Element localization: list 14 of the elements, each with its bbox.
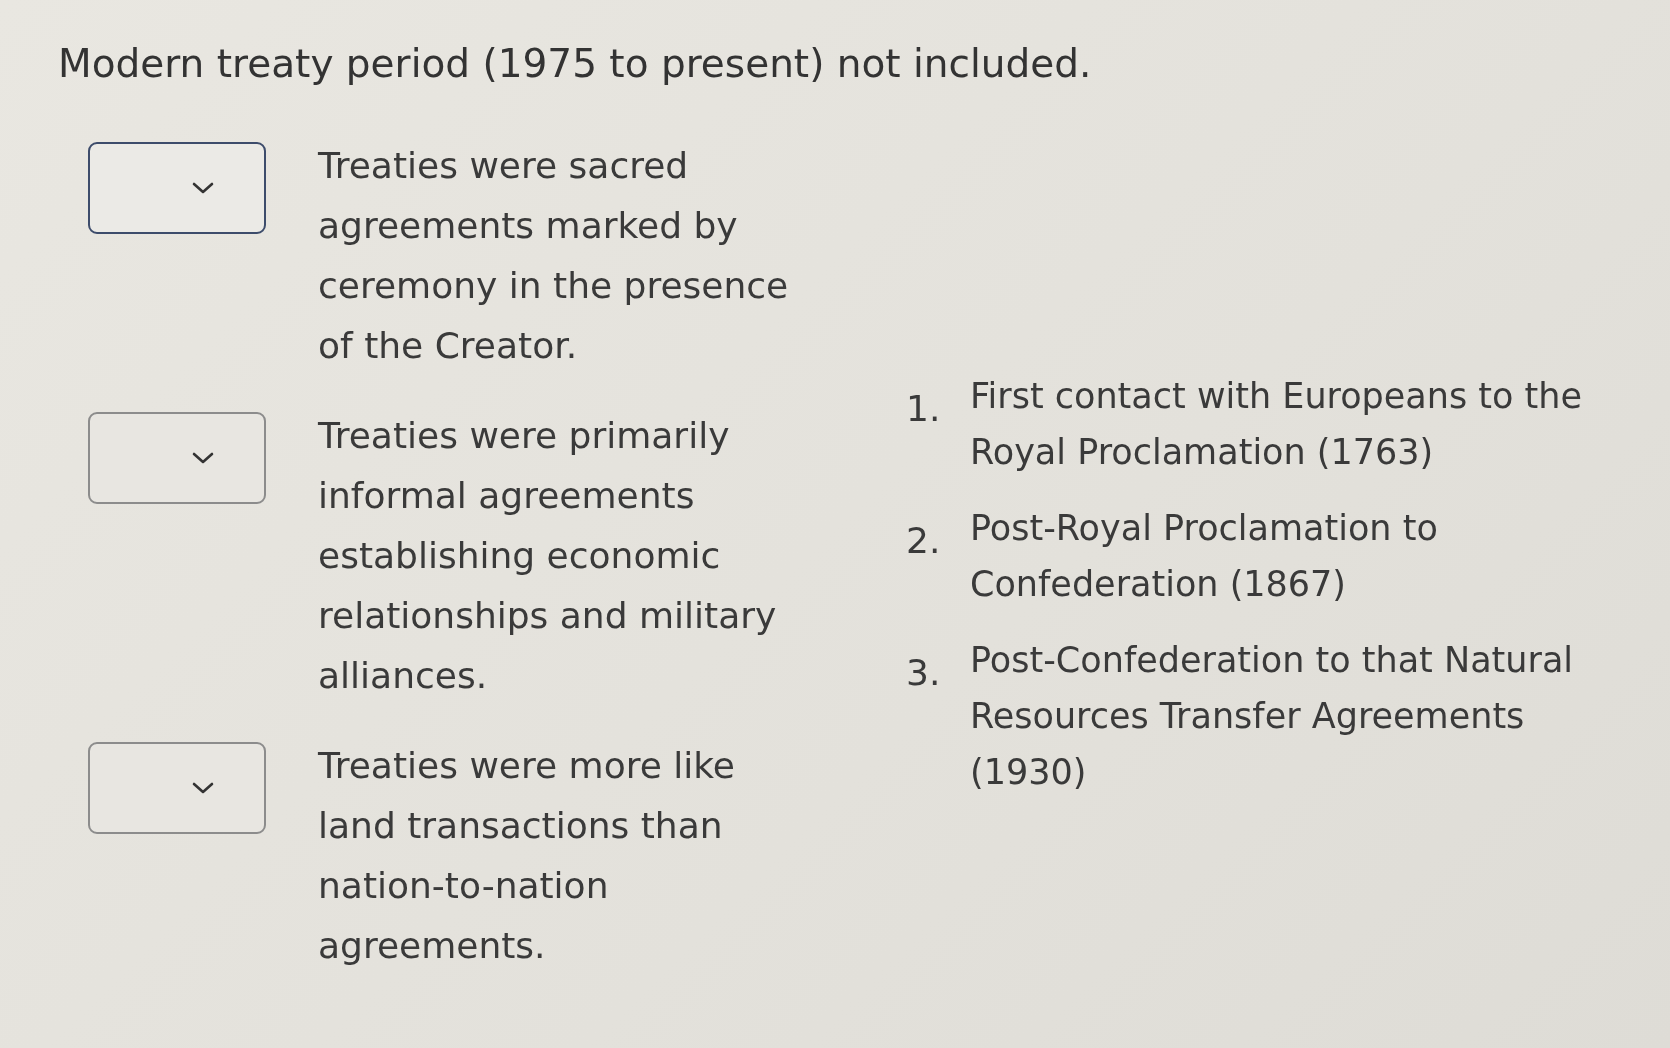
statement-text: Treaties were more like land transactions than nation-to-nation agreements. (318, 744, 736, 968)
chevron-down-icon (192, 452, 214, 464)
instruction-note: Modern treaty period (1975 to present) not included. (58, 40, 1092, 88)
statement-text: Treaties were primarily informal agreements establishing economic relationships and military alliances. (318, 414, 778, 698)
list-number: 3. (906, 651, 942, 695)
list-number: 1. (906, 387, 942, 431)
period-text: Post-Confederation to that Natural Resources Transfer Agreements (1930) (970, 639, 1575, 794)
period-text: Post-Royal Proclamation to Confederation (1867) (970, 507, 1439, 606)
chevron-down-icon (192, 182, 214, 194)
chevron-down-icon (192, 782, 214, 794)
list-number: 2. (906, 519, 942, 563)
answer-dropdown[interactable] (88, 142, 266, 234)
statement-text: Treaties were sacred agreements marked by ceremony in the presence of the Creator. (318, 144, 790, 368)
period-text: First contact with Europeans to the Royal Proclamation (1763) (970, 375, 1584, 474)
